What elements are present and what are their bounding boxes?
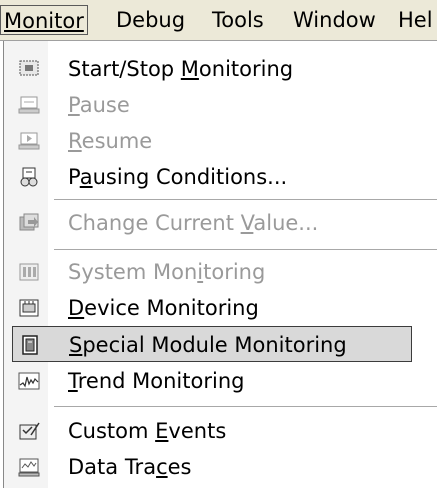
menu-item-label: Change Current Value...: [68, 211, 319, 235]
menu-bar: Monitor Debug Tools Window Hel: [0, 0, 437, 41]
menu-separator: [54, 199, 437, 201]
menu-item-label: Pause: [68, 93, 130, 117]
menu-item-label: Data Traces: [68, 455, 192, 479]
conditions-icon: [20, 167, 38, 187]
menu-item-label: Custom Events: [68, 419, 227, 443]
menu-debug[interactable]: Debug: [113, 5, 188, 35]
trend-icon: [18, 372, 40, 390]
menu-item-label: Pausing Conditions...: [68, 165, 288, 189]
menu-item-label: Trend Monitoring: [68, 369, 245, 393]
menu-item-custom-events[interactable]: Custom Events: [12, 413, 412, 449]
menu-item-device-monitoring[interactable]: Device Monitoring: [12, 290, 412, 326]
menu-item-change-current-value[interactable]: Change Current Value...: [12, 205, 412, 241]
menu-separator: [54, 406, 437, 408]
menu-monitor[interactable]: Monitor: [0, 5, 88, 35]
menu-item-special-module-monitoring[interactable]: Special Module Monitoring: [12, 326, 412, 362]
menu-window-label: Window: [293, 8, 376, 32]
menu-window[interactable]: Window: [290, 5, 379, 35]
device-icon: [19, 299, 39, 317]
resume-icon: [18, 132, 40, 150]
menu-item-pausing-conditions[interactable]: Pausing Conditions...: [12, 159, 412, 195]
module-icon: [22, 335, 38, 355]
menu-monitor-label: Monitor: [4, 9, 84, 33]
menu-separator: [54, 249, 437, 251]
menu-item-label: Special Module Monitoring: [69, 333, 347, 357]
menu-item-trend-monitoring[interactable]: Trend Monitoring: [12, 363, 412, 399]
menu-item-system-monitoring[interactable]: System Monitoring: [12, 254, 412, 290]
events-icon: [19, 422, 40, 440]
monitor-icon: [19, 60, 39, 76]
menu-item-label: Resume: [68, 129, 153, 153]
menu-debug-label: Debug: [116, 8, 186, 32]
menu-tools[interactable]: Tools: [209, 5, 267, 35]
menu-help[interactable]: Hel: [395, 5, 436, 35]
menu-tools-label: Tools: [212, 8, 264, 32]
menu-item-data-traces[interactable]: Data Traces: [12, 449, 412, 485]
menu-item-resume[interactable]: Resume: [12, 123, 412, 159]
menu-help-label: Hel: [398, 8, 433, 32]
menu-item-label: Device Monitoring: [68, 296, 259, 320]
menu-item-label: Start/Stop Monitoring: [68, 57, 294, 81]
monitor-dropdown-menu: Start/Stop Monitoring Pause Resume Pausi…: [3, 41, 437, 488]
menu-item-pause[interactable]: Pause: [12, 87, 412, 123]
pause-icon: [18, 96, 40, 114]
traces-icon: [18, 458, 40, 477]
system-icon: [19, 263, 39, 281]
menu-item-label: System Monitoring: [68, 260, 266, 284]
menu-item-start-stop-monitoring[interactable]: Start/Stop Monitoring: [12, 51, 412, 87]
change-value-icon: [19, 213, 39, 231]
